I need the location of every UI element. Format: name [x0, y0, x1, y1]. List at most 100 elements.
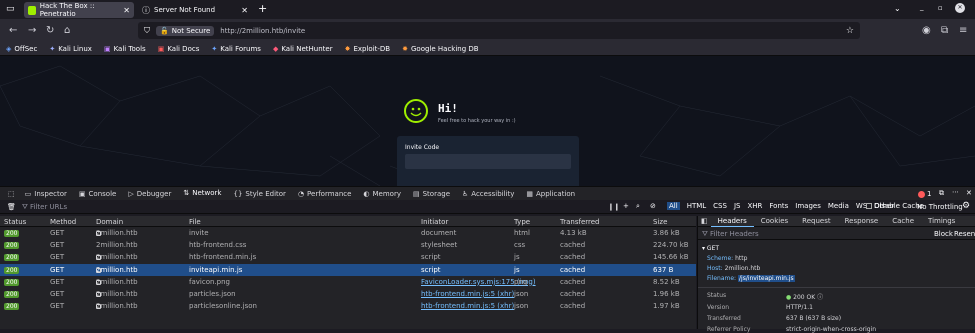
scheme-row: Scheme: http — [707, 255, 748, 262]
extensions-icon[interactable]: ⧉ — [941, 25, 948, 36]
disable-cache-checkbox[interactable]: Disable Cache — [866, 202, 924, 210]
request-method-toggle[interactable]: ▾ GET — [702, 245, 719, 252]
security-indicator[interactable]: 🔓 Not Secure — [156, 25, 215, 36]
close-devtools-icon[interactable]: ✕ — [966, 189, 972, 197]
initiator-text[interactable]: script — [421, 253, 441, 261]
devtools-menu-icon[interactable]: ⋯ — [952, 188, 959, 196]
col-method[interactable]: Method — [50, 218, 76, 226]
block-icon[interactable]: ⊘ — [650, 202, 656, 210]
tab-storage[interactable]: ▤ Storage — [407, 187, 456, 201]
request-row[interactable]: 200 GET 2million.htb particlesonline.json ht… — [0, 300, 696, 312]
search-icon[interactable]: ⌕ — [636, 202, 640, 211]
clear-requests-icon[interactable]: 🗑 — [7, 203, 16, 211]
bookmark-exploit-db[interactable]: ✸ Exploit-DB — [345, 45, 391, 53]
request-row[interactable]: 200 GET 2million.htb htb-frontend.css styles… — [0, 239, 696, 251]
tab-list-icon[interactable]: ▭ — [6, 4, 15, 14]
bookmark-kali-tools[interactable]: ▣ Kali Tools — [104, 45, 146, 53]
block-button[interactable]: Block — [934, 230, 953, 238]
col-domain[interactable]: Domain — [96, 218, 123, 226]
error-count-badge[interactable]: 1 — [918, 190, 931, 198]
close-window-button[interactable]: ✕ — [955, 3, 965, 13]
pause-icon[interactable]: ❙❙ — [608, 203, 620, 211]
filter-headers-input[interactable]: Filter Headers — [710, 230, 759, 238]
filter-all[interactable]: All — [667, 202, 680, 210]
bookmark-star-icon[interactable]: ☆ — [846, 26, 854, 36]
menu-icon[interactable]: ≡ — [959, 25, 967, 36]
bookmark-kali-nethunter[interactable]: ◆ Kali NetHunter — [273, 45, 333, 53]
page-subheading: Feel free to hack your way in :) — [438, 118, 516, 124]
filter-images[interactable]: Images — [795, 202, 821, 210]
tab-response[interactable]: Response — [838, 216, 886, 227]
initiator-text[interactable]: document — [421, 229, 456, 237]
initiator-text[interactable]: stylesheet — [421, 241, 457, 249]
resend-button[interactable]: Resend — [954, 230, 975, 238]
details-sidebar-icon[interactable]: ◧ — [698, 217, 711, 225]
new-tab-button[interactable]: + — [258, 2, 267, 15]
tab-hackthebox[interactable]: Hack The Box :: Penetratio ✕ — [24, 2, 134, 18]
bookmark-kali-linux[interactable]: ✦ Kali Linux — [49, 45, 92, 53]
initiator-text[interactable]: script — [421, 266, 441, 274]
filter-urls-input[interactable]: Filter URLs — [30, 203, 67, 211]
filter-html[interactable]: HTML — [687, 202, 706, 210]
filter-media[interactable]: Media — [828, 202, 849, 210]
tab-memory[interactable]: ◐ Memory — [357, 187, 407, 201]
initiator-text[interactable]: htb-frontend.min.js:5 (xhr) — [421, 290, 514, 298]
tab-cache[interactable]: Cache — [885, 216, 921, 227]
back-button[interactable]: ← — [9, 25, 17, 36]
col-status[interactable]: Status — [4, 218, 26, 226]
close-tab-icon[interactable]: ✕ — [123, 6, 130, 15]
tab-network[interactable]: ⇅ Network — [177, 187, 228, 201]
col-size[interactable]: Size — [653, 218, 667, 226]
tab-application[interactable]: ▦ Application — [520, 187, 581, 201]
tab-debugger[interactable]: ▷ Debugger — [122, 187, 177, 201]
tab-inspector[interactable]: ▭ Inspector — [19, 187, 73, 201]
tab-console[interactable]: ▣ Console — [73, 187, 122, 201]
cell-size: 3.86 kB — [653, 229, 680, 237]
account-icon[interactable]: ◉ — [922, 25, 931, 36]
minimize-button[interactable]: _ — [920, 3, 924, 11]
network-settings-icon[interactable]: ⚙ — [962, 201, 970, 211]
filter-fonts[interactable]: Fonts — [769, 202, 788, 210]
pick-element-icon[interactable]: ⬚ — [4, 190, 19, 198]
throttling-select[interactable]: No Throttling — [917, 203, 963, 211]
tab-headers[interactable]: Headers — [710, 216, 754, 227]
tab-request[interactable]: Request — [795, 216, 837, 227]
request-row[interactable]: 200 GET 2million.htb inviteapi.min.js script… — [0, 263, 696, 276]
request-row[interactable]: 200 GET 2million.htb particles.json htb-fron… — [0, 288, 696, 300]
bookmark-offsec[interactable]: ◈ OffSec — [6, 45, 37, 53]
url-bar[interactable]: ⛉ 🔓 Not Secure http://2million.htb/invit… — [138, 22, 860, 39]
tab-style-editor[interactable]: {} Style Editor — [227, 187, 291, 201]
list-all-tabs-icon[interactable]: ⌄ — [894, 4, 901, 13]
tab-accessibility[interactable]: ♿ Accessibility — [456, 187, 520, 201]
add-block-icon[interactable]: + — [623, 202, 629, 210]
request-row[interactable]: 200 GET 2million.htb favicon.png FaviconLoad… — [0, 276, 696, 288]
home-button[interactable]: ⌂ — [64, 25, 70, 36]
tab-timings[interactable]: Timings — [921, 216, 962, 227]
filter-js[interactable]: JS — [734, 202, 741, 210]
bookmark-kali-docs[interactable]: ▣ Kali Docs — [158, 45, 200, 53]
bookmark-google-hacking-db[interactable]: ✸ Google Hacking DB — [402, 45, 478, 53]
invite-code-input[interactable] — [405, 154, 571, 169]
help-icon[interactable]: ⓘ — [817, 294, 823, 301]
close-tab-icon[interactable]: ✕ — [241, 6, 248, 15]
tab-performance[interactable]: ◔ Performance — [292, 187, 357, 201]
dock-side-icon[interactable]: ⧉ — [939, 189, 944, 198]
col-transferred[interactable]: Transferred — [560, 218, 600, 226]
reload-button[interactable]: ↻ — [46, 25, 54, 36]
bookmark-kali-forums[interactable]: ✦ Kali Forums — [211, 45, 261, 53]
col-initiator[interactable]: Initiator — [421, 218, 448, 226]
url-text[interactable]: http://2million.htb/invite — [220, 27, 305, 35]
shield-icon[interactable]: ⛉ — [144, 26, 150, 36]
tab-server-not-found[interactable]: ⓘ Server Not Found ✕ — [138, 2, 252, 18]
forward-button[interactable]: → — [28, 25, 36, 36]
col-file[interactable]: File — [189, 218, 201, 226]
col-type[interactable]: Type — [514, 218, 530, 226]
tab-cookies[interactable]: Cookies — [754, 216, 795, 227]
maximize-button[interactable]: ▫ — [938, 4, 943, 12]
filter-xhr[interactable]: XHR — [747, 202, 762, 210]
filter-css[interactable]: CSS — [713, 202, 727, 210]
file-text: invite — [189, 229, 209, 237]
request-row[interactable]: 200 GET 2million.htb invite document html 4.13… — [0, 227, 696, 239]
request-row[interactable]: 200 GET 2million.htb htb-frontend.min.js scr… — [0, 251, 696, 263]
initiator-text[interactable]: htb-frontend.min.js:5 (xhr) — [421, 302, 514, 310]
